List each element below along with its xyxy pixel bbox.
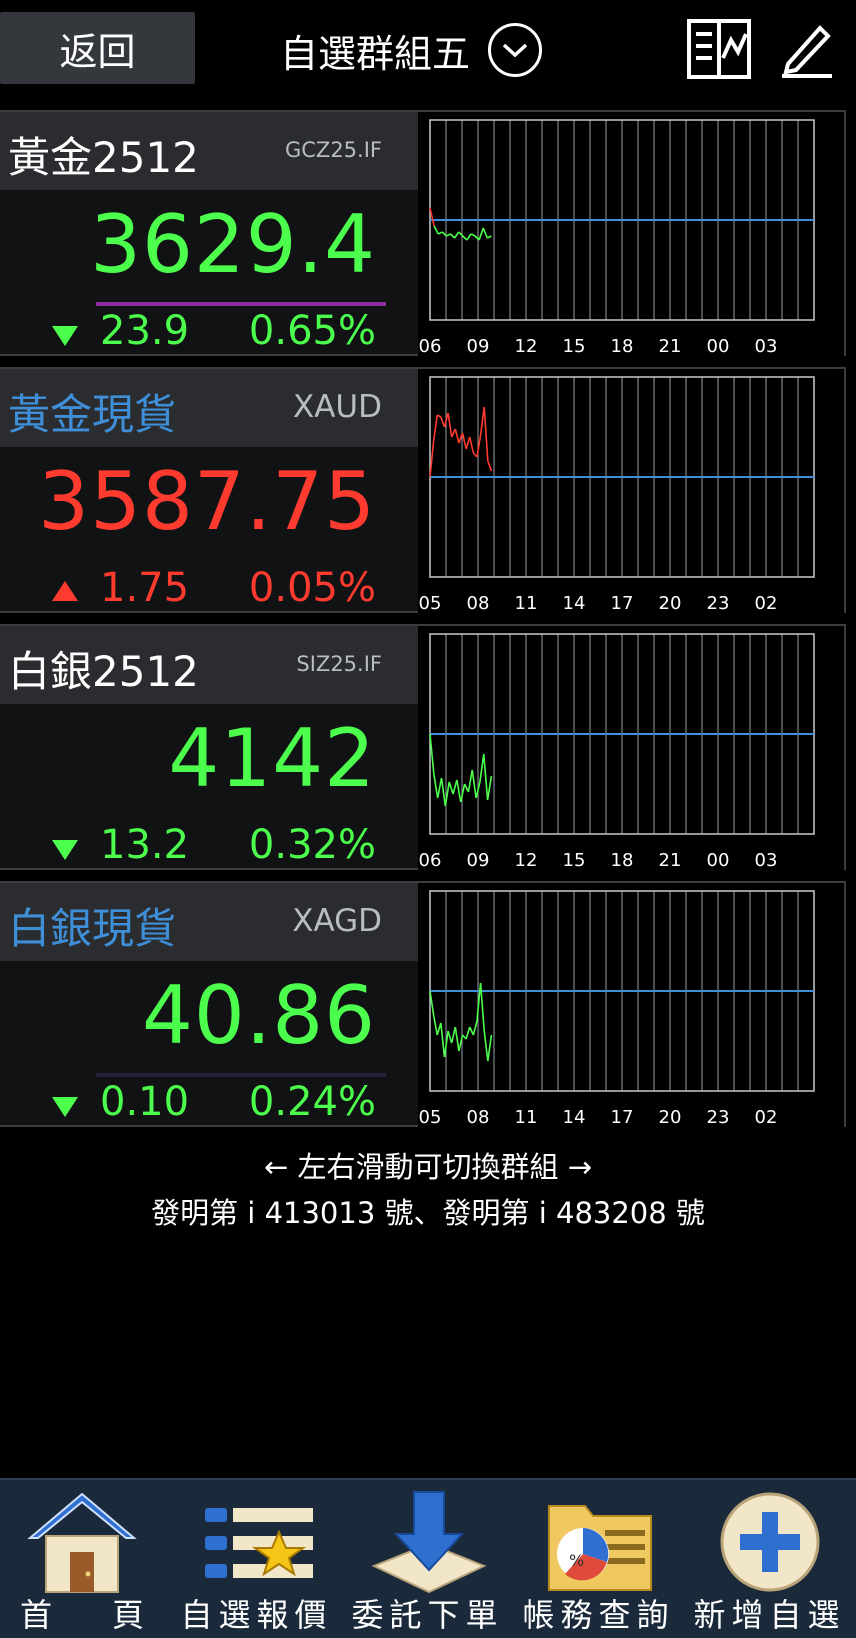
quote-card[interactable]: 白銀現貨 XAGD 40.86 0.10 0.24% 05 08 11 14 17 20 2… [0, 881, 846, 1127]
quote-price: 3629.4 [90, 198, 376, 291]
back-button[interactable]: 返回 [0, 12, 195, 84]
quote-code: XAGD [292, 903, 382, 939]
change-arrow-icon [52, 326, 78, 346]
quote-name: 黃金2512 [8, 133, 199, 182]
quote-price: 3587.75 [38, 455, 376, 548]
chart-tick-label: 11 [515, 1107, 538, 1127]
quote-percent: 0.32% [248, 822, 376, 868]
chart-tick-label: 23 [707, 1107, 730, 1127]
change-arrow-icon [52, 1097, 78, 1117]
swipe-hint: ← 左右滑動可切換群組 → [263, 1150, 593, 1184]
quote-card[interactable]: 白銀2512 SIZ25.IF 4142 13.2 0.32% 06 09 12 15… [0, 624, 846, 870]
chart-tick-label: 20 [659, 593, 682, 613]
intraday-chart[interactable]: 05 08 11 14 17 20 23 02 [418, 883, 844, 1127]
chart-tick-label: 17 [611, 593, 634, 613]
tab-label: 委託下單 [351, 1596, 504, 1634]
add-icon [720, 1492, 820, 1592]
quote-code: XAUD [292, 389, 382, 425]
quote-change: 0.10 [100, 1079, 190, 1125]
chart-tick-label: 06 [419, 336, 442, 356]
chart-tick-label: 14 [563, 1107, 586, 1127]
chart-tick-label: 15 [563, 850, 586, 870]
watchlist-icon [205, 1508, 313, 1578]
quote-code: GCZ25.IF [285, 138, 382, 162]
chart-tick-label: 00 [707, 850, 730, 870]
quote-name-bar: 白銀2512 SIZ25.IF [0, 626, 418, 704]
quote-code: SIZ25.IF [296, 652, 382, 676]
chart-tick-label: 09 [467, 336, 490, 356]
chart-tick-label: 21 [659, 850, 682, 870]
tab-label: 首頁 [20, 1596, 205, 1634]
chart-tick-label: 02 [755, 593, 778, 613]
bottom-tab-bar: 首頁 自選報價 委託下單 % 帳務查詢 新增自選 [0, 1478, 856, 1638]
home-icon [27, 1492, 137, 1593]
quote-card[interactable]: 黃金2512 GCZ25.IF 3629.4 23.9 0.65% 06 09 12… [0, 110, 846, 356]
quote-price: 40.86 [141, 969, 376, 1062]
tab-label: 新增自選 [693, 1596, 846, 1634]
quote-name: 黃金現貨 [8, 390, 177, 439]
page-title: 自選群組五 [280, 31, 471, 76]
chart-tick-label: 05 [419, 593, 442, 613]
quote-percent: 0.24% [248, 1079, 376, 1125]
chart-tick-label: 12 [515, 336, 538, 356]
account-folder-icon: % [548, 1505, 652, 1591]
patent-notice: 發明第 i 413013 號、發明第 i 483208 號 [151, 1196, 705, 1230]
quote-percent: 0.05% [248, 565, 376, 611]
quote-name-bar: 黃金2512 GCZ25.IF [0, 112, 418, 190]
tab-label: 帳務查詢 [522, 1596, 675, 1634]
chart-tick-label: 05 [419, 1107, 442, 1127]
tab-add-watchlist[interactable]: 新增自選 [684, 1480, 855, 1638]
chart-tick-label: 06 [419, 850, 442, 870]
chart-tick-label: 15 [563, 336, 586, 356]
quote-underline [96, 302, 386, 306]
group-selector[interactable]: 自選群組五 [280, 22, 543, 78]
quote-name-bar: 黃金現貨 XAUD [0, 369, 418, 447]
chart-tick-label: 12 [515, 850, 538, 870]
chevron-down-icon [488, 23, 543, 77]
quote-underline [96, 1073, 386, 1077]
order-download-icon [371, 1491, 487, 1594]
quote-change: 23.9 [100, 308, 190, 354]
change-arrow-icon [52, 840, 78, 860]
tab-home[interactable]: 首頁 [0, 1480, 171, 1638]
chart-tick-label: 18 [611, 336, 634, 356]
quote-change: 13.2 [100, 822, 190, 868]
tab-account[interactable]: % 帳務查詢 [513, 1480, 684, 1638]
quote-underline [96, 559, 386, 563]
header: 返回 自選群組五 [0, 0, 856, 100]
intraday-chart[interactable]: 05 08 11 14 17 20 23 02 [418, 369, 844, 613]
chart-tick-label: 11 [515, 593, 538, 613]
intraday-chart[interactable]: 06 09 12 15 18 21 00 03 [418, 112, 844, 356]
intraday-chart[interactable]: 06 09 12 15 18 21 00 03 [418, 626, 844, 870]
quote-card[interactable]: 黃金現貨 XAUD 3587.75 1.75 0.05% 05 08 11 14 17 2… [0, 367, 846, 613]
quote-change: 1.75 [100, 565, 190, 611]
edit-icon[interactable] [780, 18, 846, 80]
quote-name: 白銀2512 [8, 647, 199, 696]
quote-name: 白銀現貨 [8, 904, 177, 953]
chart-tick-label: 00 [707, 336, 730, 356]
tab-watchlist[interactable]: 自選報價 [171, 1480, 342, 1638]
chart-tick-label: 03 [755, 850, 778, 870]
quote-underline [96, 816, 386, 820]
chart-tick-label: 14 [563, 593, 586, 613]
tab-order[interactable]: 委託下單 [342, 1480, 513, 1638]
chart-tick-label: 09 [467, 850, 490, 870]
chart-tick-label: 18 [611, 850, 634, 870]
tab-label: 自選報價 [180, 1596, 333, 1634]
chart-tick-label: 08 [467, 593, 490, 613]
chart-tick-label: 21 [659, 336, 682, 356]
chart-tick-label: 02 [755, 1107, 778, 1127]
layout-icon[interactable] [686, 18, 752, 80]
quote-name-bar: 白銀現貨 XAGD [0, 883, 418, 961]
chart-tick-label: 08 [467, 1107, 490, 1127]
chart-tick-label: 23 [707, 593, 730, 613]
chart-tick-label: 20 [659, 1107, 682, 1127]
chart-tick-label: 17 [611, 1107, 634, 1127]
quote-price: 4142 [168, 712, 376, 805]
chart-tick-label: 03 [755, 336, 778, 356]
svg-text:%: % [569, 1551, 584, 1570]
quote-percent: 0.65% [248, 308, 376, 354]
change-arrow-icon [52, 581, 78, 601]
